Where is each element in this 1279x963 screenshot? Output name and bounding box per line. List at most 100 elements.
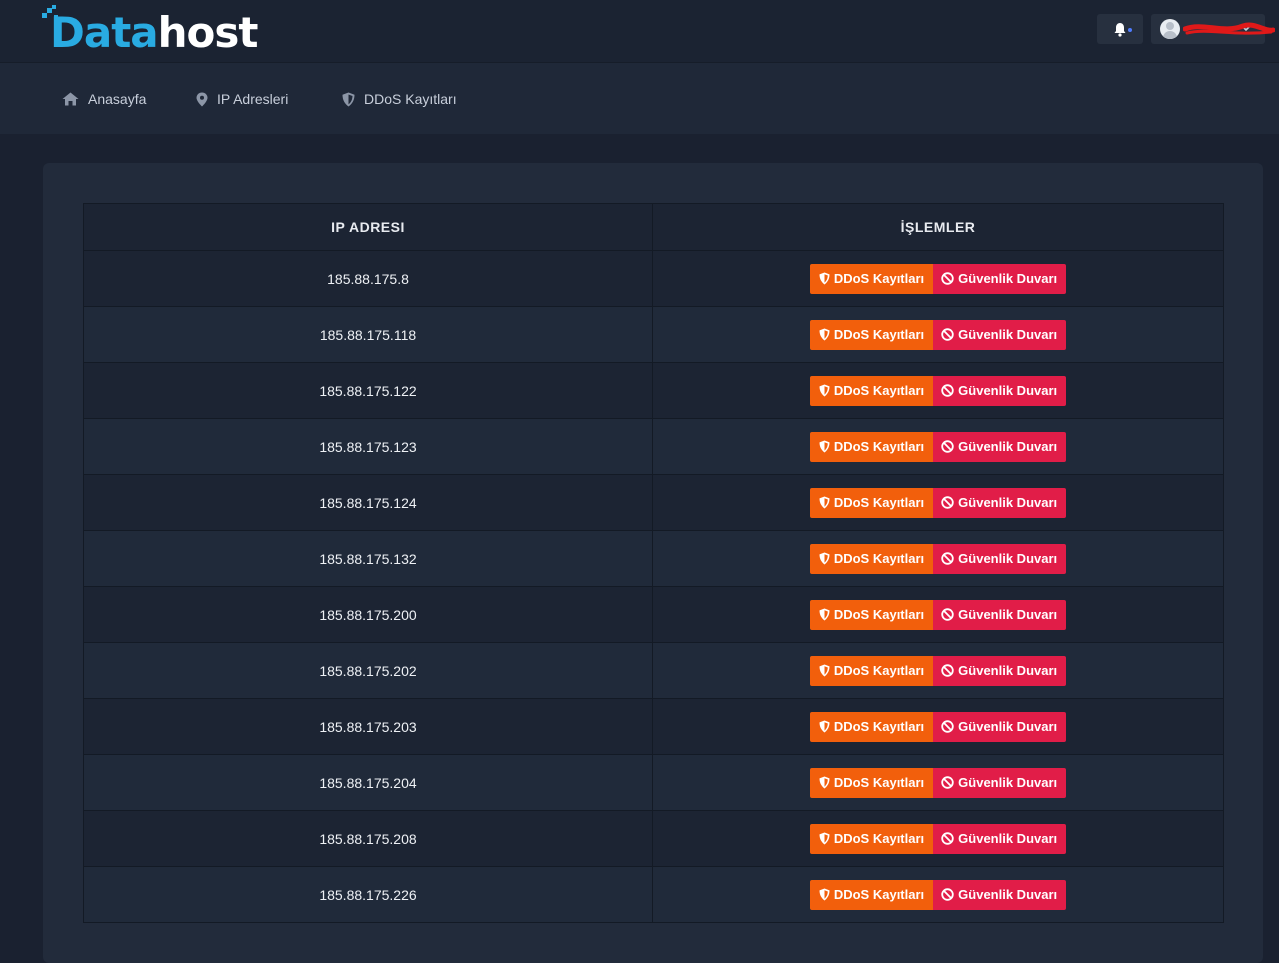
ddos-logs-label: DDoS Kayıtları bbox=[833, 439, 925, 454]
datahost-logo[interactable]: Datahost bbox=[42, 5, 302, 57]
action-button-group: DDoS Kayıtları Güvenlik Duvarı bbox=[809, 319, 1067, 350]
shield-icon bbox=[819, 496, 830, 509]
ip-address-cell: 185.88.175.200 bbox=[83, 586, 653, 643]
actions-cell: DDoS Kayıtları Güvenlik Duvarı bbox=[652, 418, 1224, 475]
nav-item-anasayfa[interactable]: Anasayfa bbox=[62, 89, 146, 109]
ddos-logs-label: DDoS Kayıtları bbox=[833, 607, 925, 622]
action-button-group: DDoS Kayıtları Güvenlik Duvarı bbox=[809, 375, 1067, 406]
ddos-logs-button[interactable]: DDoS Kayıtları bbox=[809, 431, 934, 462]
actions-cell: DDoS Kayıtları Güvenlik Duvarı bbox=[652, 698, 1224, 755]
ip-address-cell: 185.88.175.132 bbox=[83, 530, 653, 587]
firewall-button[interactable]: Güvenlik Duvarı bbox=[933, 487, 1067, 518]
table-row: 185.88.175.208 DDoS Kayıtları Güvenlik Duv… bbox=[83, 810, 1224, 867]
ip-address-cell: 185.88.175.122 bbox=[83, 362, 653, 419]
nav-item-ip-adresleri[interactable]: IP Adresleri bbox=[196, 89, 288, 109]
ban-icon bbox=[941, 888, 954, 901]
shield-icon bbox=[819, 776, 830, 789]
ban-icon bbox=[941, 832, 954, 845]
home-icon bbox=[62, 92, 79, 106]
firewall-button[interactable]: Güvenlik Duvarı bbox=[933, 431, 1067, 462]
firewall-label: Güvenlik Duvarı bbox=[958, 831, 1058, 846]
firewall-label: Güvenlik Duvarı bbox=[958, 495, 1058, 510]
ip-address-cell: 185.88.175.123 bbox=[83, 418, 653, 475]
shield-icon bbox=[819, 552, 830, 565]
ban-icon bbox=[941, 552, 954, 565]
ddos-logs-label: DDoS Kayıtları bbox=[833, 887, 925, 902]
logo-text: Datahost bbox=[50, 8, 258, 57]
firewall-label: Güvenlik Duvarı bbox=[958, 439, 1058, 454]
firewall-button[interactable]: Güvenlik Duvarı bbox=[933, 319, 1067, 350]
firewall-label: Güvenlik Duvarı bbox=[958, 271, 1058, 286]
actions-cell: DDoS Kayıtları Güvenlik Duvarı bbox=[652, 474, 1224, 531]
firewall-button[interactable]: Güvenlik Duvarı bbox=[933, 655, 1067, 686]
firewall-button[interactable]: Güvenlik Duvarı bbox=[933, 823, 1067, 854]
table-row: 185.88.175.124 DDoS Kayıtları Güvenlik Duv… bbox=[83, 474, 1224, 531]
shield-icon bbox=[819, 440, 830, 453]
ban-icon bbox=[941, 272, 954, 285]
ddos-logs-button[interactable]: DDoS Kayıtları bbox=[809, 263, 934, 294]
ddos-logs-label: DDoS Kayıtları bbox=[833, 831, 925, 846]
nav-item-ddos-kayitlari[interactable]: DDoS Kayıtları bbox=[342, 89, 457, 109]
ddos-logs-button[interactable]: DDoS Kayıtları bbox=[809, 319, 934, 350]
firewall-button[interactable]: Güvenlik Duvarı bbox=[933, 543, 1067, 574]
ddos-logs-label: DDoS Kayıtları bbox=[833, 775, 925, 790]
firewall-label: Güvenlik Duvarı bbox=[958, 383, 1058, 398]
top-bar: Datahost bbox=[0, 0, 1279, 62]
ddos-logs-button[interactable]: DDoS Kayıtları bbox=[809, 655, 934, 686]
ddos-logs-button[interactable]: DDoS Kayıtları bbox=[809, 599, 934, 630]
firewall-button[interactable]: Güvenlik Duvarı bbox=[933, 263, 1067, 294]
ip-list-card: IP ADRESI İŞLEMLER 185.88.175.8 DDoS Kayı… bbox=[43, 163, 1263, 963]
ip-address-cell: 185.88.175.208 bbox=[83, 810, 653, 867]
shield-icon bbox=[819, 328, 830, 341]
nav-item-label: IP Adresleri bbox=[217, 91, 289, 107]
ddos-logs-button[interactable]: DDoS Kayıtları bbox=[809, 487, 934, 518]
firewall-button[interactable]: Güvenlik Duvarı bbox=[933, 599, 1067, 630]
ddos-logs-label: DDoS Kayıtları bbox=[833, 271, 925, 286]
ip-address-cell: 185.88.175.202 bbox=[83, 642, 653, 699]
ddos-logs-label: DDoS Kayıtları bbox=[833, 327, 925, 342]
firewall-label: Güvenlik Duvarı bbox=[958, 887, 1058, 902]
firewall-button[interactable]: Güvenlik Duvarı bbox=[933, 375, 1067, 406]
shield-icon bbox=[819, 664, 830, 677]
table-row: 185.88.175.123 DDoS Kayıtları Güvenlik Duv… bbox=[83, 418, 1224, 475]
ddos-logs-label: DDoS Kayıtları bbox=[833, 551, 925, 566]
table-row: 185.88.175.202 DDoS Kayıtları Güvenlik Duv… bbox=[83, 642, 1224, 699]
shield-icon bbox=[819, 272, 830, 285]
firewall-button[interactable]: Güvenlik Duvarı bbox=[933, 879, 1067, 910]
action-button-group: DDoS Kayıtları Güvenlik Duvarı bbox=[809, 711, 1067, 742]
column-header-ip: IP ADRESI bbox=[83, 203, 653, 251]
table-row: 185.88.175.226 DDoS Kayıtları Güvenlik Duv… bbox=[83, 866, 1224, 923]
action-button-group: DDoS Kayıtları Güvenlik Duvarı bbox=[809, 879, 1067, 910]
action-button-group: DDoS Kayıtları Güvenlik Duvarı bbox=[809, 823, 1067, 854]
shield-icon bbox=[819, 384, 830, 397]
ddos-logs-button[interactable]: DDoS Kayıtları bbox=[809, 711, 934, 742]
action-button-group: DDoS Kayıtları Güvenlik Duvarı bbox=[809, 767, 1067, 798]
firewall-button[interactable]: Güvenlik Duvarı bbox=[933, 711, 1067, 742]
action-button-group: DDoS Kayıtları Güvenlik Duvarı bbox=[809, 543, 1067, 574]
map-pin-icon bbox=[196, 92, 208, 106]
table-row: 185.88.175.203 DDoS Kayıtları Güvenlik Duv… bbox=[83, 698, 1224, 755]
ddos-logs-button[interactable]: DDoS Kayıtları bbox=[809, 543, 934, 574]
logo-text-data: Data bbox=[50, 8, 159, 57]
table-row: 185.88.175.204 DDoS Kayıtları Güvenlik Duv… bbox=[83, 754, 1224, 811]
ddos-logs-button[interactable]: DDoS Kayıtları bbox=[809, 767, 934, 798]
ddos-logs-button[interactable]: DDoS Kayıtları bbox=[809, 823, 934, 854]
notifications-button[interactable] bbox=[1097, 14, 1143, 44]
user-menu-button[interactable] bbox=[1151, 14, 1275, 44]
actions-cell: DDoS Kayıtları Güvenlik Duvarı bbox=[652, 250, 1224, 307]
ip-address-cell: 185.88.175.203 bbox=[83, 698, 653, 755]
firewall-label: Güvenlik Duvarı bbox=[958, 327, 1058, 342]
column-header-actions: İŞLEMLER bbox=[652, 203, 1224, 251]
ddos-logs-button[interactable]: DDoS Kayıtları bbox=[809, 879, 934, 910]
ban-icon bbox=[941, 608, 954, 621]
ip-address-cell: 185.88.175.204 bbox=[83, 754, 653, 811]
ddos-logs-button[interactable]: DDoS Kayıtları bbox=[809, 375, 934, 406]
ban-icon bbox=[941, 440, 954, 453]
firewall-button[interactable]: Güvenlik Duvarı bbox=[933, 767, 1067, 798]
firewall-label: Güvenlik Duvarı bbox=[958, 719, 1058, 734]
firewall-label: Güvenlik Duvarı bbox=[958, 551, 1058, 566]
nav-item-label: Anasayfa bbox=[88, 91, 147, 107]
table-row: 185.88.175.118 DDoS Kayıtları Güvenlik Duv… bbox=[83, 306, 1224, 363]
ip-address-cell: 185.88.175.124 bbox=[83, 474, 653, 531]
actions-cell: DDoS Kayıtları Güvenlik Duvarı bbox=[652, 530, 1224, 587]
